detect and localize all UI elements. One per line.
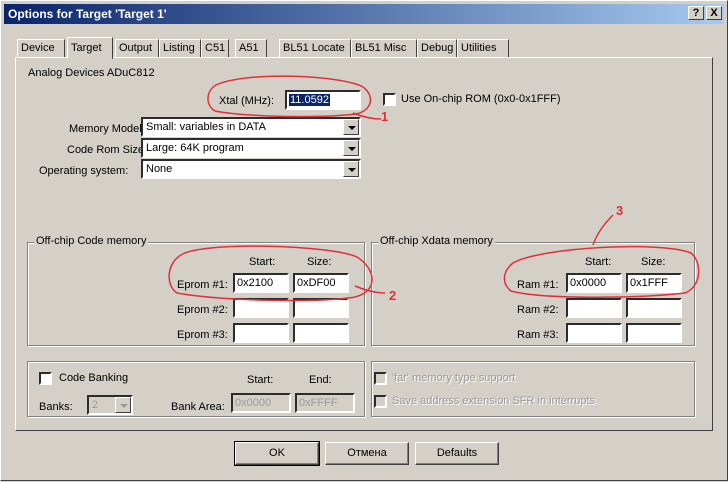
code-size-header: Size:: [307, 256, 332, 268]
memory-model-select[interactable]: Small: variables in DATA: [141, 117, 361, 137]
tab-bl51-locate[interactable]: BL51 Locate: [279, 39, 351, 57]
ram2-start-input[interactable]: [566, 298, 622, 318]
help-button[interactable]: ?: [688, 6, 704, 20]
close-button[interactable]: X: [706, 6, 722, 20]
tab-utilities[interactable]: Utilities: [457, 39, 509, 57]
xdata-start-header: Start:: [585, 256, 612, 268]
bank-area-start-input[interactable]: 0x0000: [231, 393, 291, 413]
banks-value: 2: [92, 399, 99, 411]
eprom3-size-input[interactable]: [293, 323, 349, 343]
onchip-rom-label: Use On-chip ROM (0x0-0x1FFF): [401, 93, 561, 105]
code-start-header: Start:: [249, 256, 276, 268]
chevron-down-icon[interactable]: [343, 119, 359, 135]
options-dialog: Options for Target 'Target 1' ? X Device…: [0, 0, 728, 481]
eprom1-start-input[interactable]: 0x2100: [233, 273, 289, 293]
device-name: Analog Devices ADuC812: [28, 67, 155, 79]
eprom2-label: Eprom #2:: [177, 304, 228, 316]
banks-label: Banks:: [39, 401, 73, 413]
ram1-label: Ram #1:: [517, 279, 559, 291]
os-select[interactable]: None: [141, 159, 361, 179]
defaults-button[interactable]: Defaults: [415, 442, 499, 465]
xtal-label: Xtal (MHz):: [219, 95, 274, 107]
memory-model-value: Small: variables in DATA: [146, 121, 267, 133]
annotation-label-2: 2: [389, 288, 397, 303]
far-support-checkbox[interactable]: [374, 372, 387, 385]
save-ext-checkbox[interactable]: [374, 395, 387, 408]
banks-select[interactable]: 2: [87, 395, 133, 415]
os-value: None: [146, 163, 173, 175]
ram3-start-input[interactable]: [566, 323, 622, 343]
tab-a51[interactable]: A51: [235, 39, 267, 57]
code-rom-size-select[interactable]: Large: 64K program: [141, 138, 361, 158]
eprom2-start-input[interactable]: [233, 298, 289, 318]
tab-target[interactable]: Target: [67, 37, 113, 59]
ram1-start-input[interactable]: 0x0000: [566, 273, 622, 293]
code-rom-size-label: Code Rom Size:: [67, 144, 148, 156]
chevron-down-icon[interactable]: [115, 397, 131, 413]
xdata-size-header: Size:: [641, 256, 666, 268]
os-label: Operating system:: [39, 165, 129, 177]
code-rom-size-value: Large: 64K program: [146, 142, 244, 154]
annotation-label-1: 1: [381, 109, 389, 124]
xdata-memory-title: Off-chip Xdata memory: [378, 235, 495, 247]
tab-device[interactable]: Device: [17, 39, 65, 57]
xtal-input[interactable]: 11.0592: [285, 90, 361, 110]
bank-end-header: End:: [309, 374, 332, 386]
eprom2-size-input[interactable]: [293, 298, 349, 318]
eprom1-size-input[interactable]: 0xDF00: [293, 273, 349, 293]
save-ext-label: Save address extension SFR in interrupts: [392, 395, 595, 407]
ram3-label: Ram #3:: [517, 329, 559, 341]
tab-debug[interactable]: Debug: [417, 39, 457, 57]
annotation-label-3: 3: [616, 203, 624, 218]
tab-output[interactable]: Output: [115, 39, 159, 57]
ram2-size-input[interactable]: [626, 298, 682, 318]
code-memory-title: Off-chip Code memory: [34, 235, 149, 247]
code-banking-checkbox[interactable]: [39, 372, 52, 385]
onchip-rom-checkbox[interactable]: [383, 93, 396, 106]
tab-c51[interactable]: C51: [201, 39, 229, 57]
ok-button[interactable]: OK: [234, 441, 320, 466]
cancel-button[interactable]: Отмена: [325, 442, 409, 465]
window-title: Options for Target 'Target 1': [8, 7, 167, 21]
chevron-down-icon[interactable]: [343, 140, 359, 156]
ram1-size-input[interactable]: 0x1FFF: [626, 273, 682, 293]
memory-model-label: Memory Model:: [69, 123, 145, 135]
bank-start-header: Start:: [247, 374, 274, 386]
far-options-group: [371, 361, 695, 417]
bank-area-end-input[interactable]: 0xFFFF: [295, 393, 355, 413]
bank-area-label: Bank Area:: [171, 401, 225, 413]
eprom3-start-input[interactable]: [233, 323, 289, 343]
eprom3-label: Eprom #3:: [177, 329, 228, 341]
code-banking-label: Code Banking: [59, 372, 129, 384]
ram3-size-input[interactable]: [626, 323, 682, 343]
tab-bl51-misc[interactable]: BL51 Misc: [351, 39, 417, 57]
title-bar: Options for Target 'Target 1': [4, 4, 724, 24]
eprom1-label: Eprom #1:: [177, 279, 228, 291]
tab-listing[interactable]: Listing: [159, 39, 201, 57]
chevron-down-icon[interactable]: [343, 161, 359, 177]
ram2-label: Ram #2:: [517, 304, 559, 316]
far-support-label: 'far' memory type support: [392, 372, 516, 384]
